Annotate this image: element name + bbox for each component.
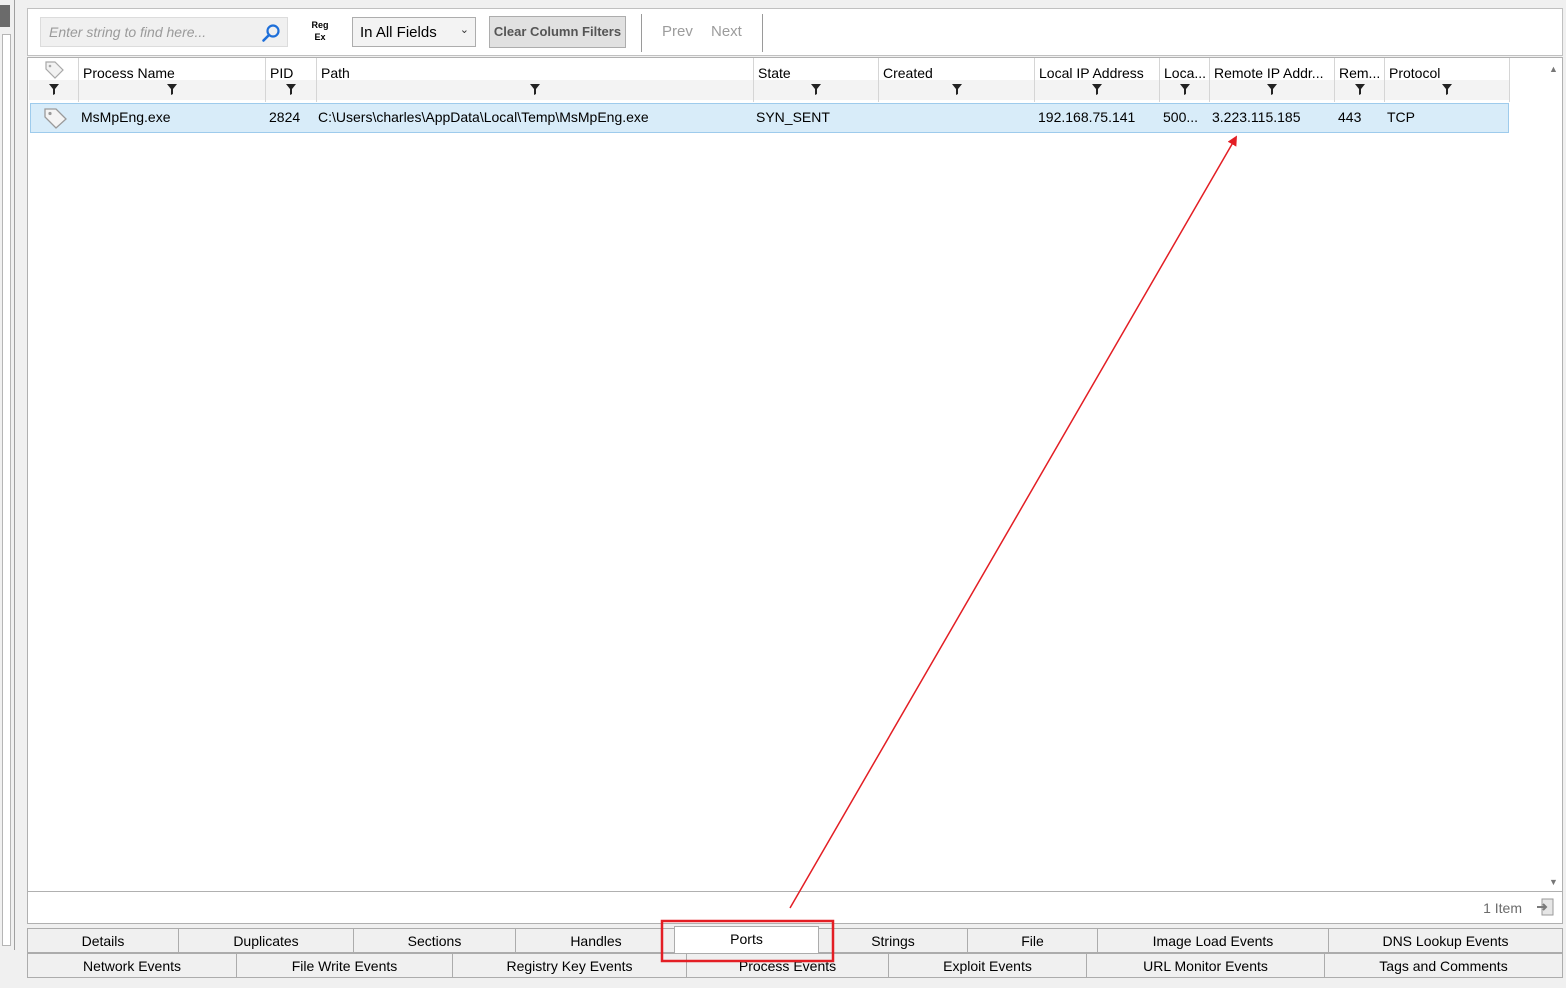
column-header-remote-port[interactable]: Rem... — [1335, 58, 1385, 102]
table-row[interactable]: MsMpEng.exe 2824 C:\Users\charles\AppDat… — [30, 103, 1509, 133]
filter-icon[interactable] — [530, 84, 540, 95]
filter-row — [1385, 80, 1509, 100]
column-header-created[interactable]: Created — [879, 58, 1035, 102]
tab-strings[interactable]: Strings — [818, 928, 968, 953]
status-bar: 1 Item — [27, 892, 1563, 924]
column-title: Rem... — [1339, 65, 1381, 81]
left-dock-strip — [0, 0, 15, 950]
tab-url-monitor-events[interactable]: URL Monitor Events — [1086, 953, 1325, 978]
column-header-state[interactable]: State — [754, 58, 879, 102]
tab-handles[interactable]: Handles — [515, 928, 677, 953]
filter-icon[interactable] — [1092, 84, 1102, 95]
cell-path: C:\Users\charles\AppData\Local\Temp\MsMp… — [318, 109, 649, 125]
next-button[interactable]: Next — [711, 23, 742, 40]
grid-header: Process Name PID Path State Created Loca… — [29, 58, 1510, 102]
search-box — [40, 17, 288, 47]
tag-icon — [45, 61, 64, 79]
column-title: Process Name — [83, 65, 175, 81]
scroll-up-icon[interactable]: ▲ — [1549, 64, 1558, 74]
filter-row — [1335, 80, 1384, 100]
regex-toggle[interactable]: Reg Ex — [309, 19, 331, 47]
chevron-down-icon: ⌄ — [459, 24, 469, 36]
tab-process-events[interactable]: Process Events — [686, 953, 889, 978]
filter-icon[interactable] — [1442, 84, 1452, 95]
column-header-pid[interactable]: PID — [266, 58, 317, 102]
toolbar: Reg Ex In All Fields ⌄ Clear Column Filt… — [27, 8, 1563, 56]
column-title: Local IP Address — [1039, 65, 1144, 81]
tab-dns-lookup-events[interactable]: DNS Lookup Events — [1328, 928, 1563, 953]
filter-row — [1160, 80, 1209, 100]
column-header-remote-ip[interactable]: Remote IP Addr... — [1210, 58, 1335, 102]
column-title: Loca... — [1164, 65, 1207, 81]
filter-icon[interactable] — [1267, 84, 1277, 95]
tag-icon[interactable] — [42, 107, 68, 129]
tab-ports[interactable]: Ports — [674, 926, 819, 954]
column-title: Created — [883, 65, 933, 81]
column-header-tag[interactable] — [29, 58, 79, 102]
column-title: Protocol — [1389, 65, 1441, 81]
filter-row — [266, 80, 316, 100]
filter-row — [79, 80, 265, 100]
column-header-process-name[interactable]: Process Name — [79, 58, 266, 102]
filter-icon[interactable] — [48, 84, 59, 95]
toolbar-divider — [762, 14, 763, 52]
filter-row — [1035, 80, 1159, 100]
search-input[interactable] — [41, 18, 255, 46]
toolbar-divider — [641, 14, 642, 52]
regex-label-bottom: Ex — [314, 32, 326, 42]
cell-process-name: MsMpEng.exe — [81, 109, 171, 125]
scroll-down-icon[interactable]: ▼ — [1549, 877, 1558, 887]
column-title: Remote IP Addr... — [1214, 65, 1324, 81]
filter-icon[interactable] — [811, 84, 821, 95]
column-header-path[interactable]: Path — [317, 58, 754, 102]
cell-protocol: TCP — [1387, 109, 1415, 125]
tab-duplicates[interactable]: Duplicates — [178, 928, 354, 953]
column-header-local-port[interactable]: Loca... — [1160, 58, 1210, 102]
cell-remote-ip: 3.223.115.185 — [1212, 109, 1301, 125]
collapsed-panel[interactable] — [2, 34, 11, 946]
filter-row — [879, 80, 1034, 100]
ports-grid: Process Name PID Path State Created Loca… — [27, 57, 1563, 892]
field-select[interactable]: In All Fields ⌄ — [352, 17, 476, 47]
column-header-protocol[interactable]: Protocol — [1385, 58, 1510, 102]
item-count: 1 Item — [1483, 900, 1522, 916]
tab-details[interactable]: Details — [27, 928, 179, 953]
filter-row — [754, 80, 878, 100]
tab-network-events[interactable]: Network Events — [27, 953, 237, 978]
tab-exploit-events[interactable]: Exploit Events — [888, 953, 1087, 978]
filter-row — [29, 80, 78, 100]
export-icon[interactable] — [1536, 898, 1554, 916]
column-title: State — [758, 65, 791, 81]
vertical-scrollbar[interactable]: ▲ ▼ — [1545, 58, 1561, 891]
cell-local-port: 500... — [1163, 109, 1199, 125]
tab-image-load-events[interactable]: Image Load Events — [1097, 928, 1329, 953]
detail-tabs: Details Duplicates Sections Handles Port… — [27, 926, 1563, 980]
filter-icon[interactable] — [286, 84, 296, 95]
column-title: Path — [321, 65, 350, 81]
search-icon[interactable] — [261, 23, 281, 43]
filter-icon[interactable] — [951, 84, 962, 95]
filter-row — [1210, 80, 1334, 100]
filter-row — [317, 80, 753, 100]
tab-file-write-events[interactable]: File Write Events — [236, 953, 453, 978]
field-select-value: In All Fields — [360, 24, 437, 41]
cell-pid: 2824 — [269, 109, 301, 125]
tab-tags-and-comments[interactable]: Tags and Comments — [1324, 953, 1563, 978]
filter-icon[interactable] — [1354, 84, 1365, 95]
clear-column-filters-button[interactable]: Clear Column Filters — [489, 16, 626, 48]
tab-registry-key-events[interactable]: Registry Key Events — [452, 953, 687, 978]
column-title: PID — [270, 65, 294, 81]
tab-file[interactable]: File — [967, 928, 1098, 953]
filter-icon[interactable] — [1179, 84, 1190, 95]
column-header-local-ip[interactable]: Local IP Address — [1035, 58, 1160, 102]
filter-icon[interactable] — [167, 84, 177, 95]
cell-local-ip: 192.168.75.141 — [1038, 109, 1136, 125]
cell-state: SYN_SENT — [756, 109, 830, 125]
pin-icon[interactable] — [0, 5, 10, 27]
tab-sections[interactable]: Sections — [353, 928, 516, 953]
prev-button[interactable]: Prev — [662, 23, 693, 40]
cell-remote-port: 443 — [1338, 109, 1362, 125]
regex-label-top: Reg — [311, 20, 329, 30]
